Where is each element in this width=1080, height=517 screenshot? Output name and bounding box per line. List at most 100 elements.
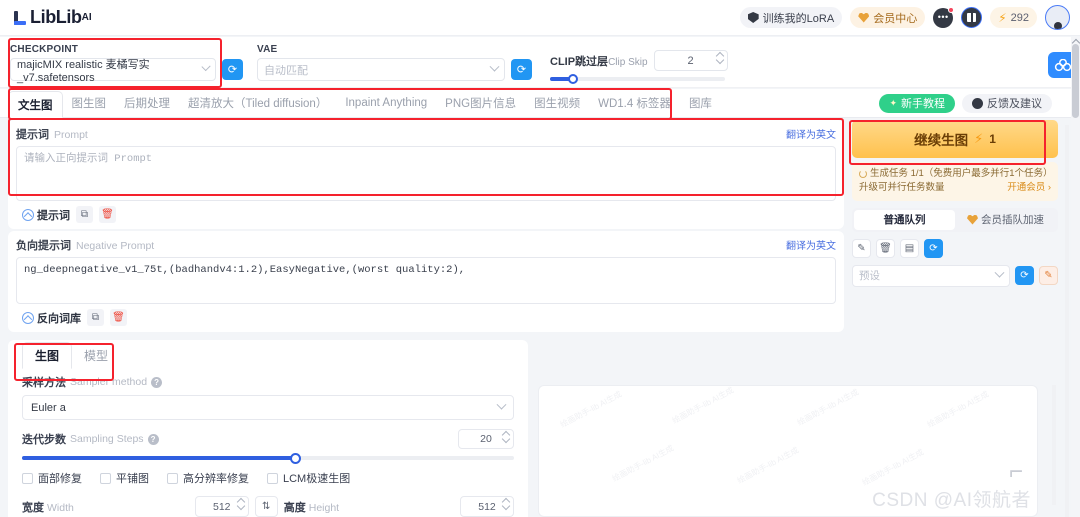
height-input[interactable]: 512: [460, 496, 515, 517]
generate-button[interactable]: 继续生图 ⚡ 1: [852, 120, 1058, 158]
checkbox-box[interactable]: [167, 472, 178, 484]
stepper-down-icon[interactable]: [503, 505, 510, 509]
panel-scrollbar-track[interactable]: [1065, 125, 1069, 517]
tab-tiled-diffusion[interactable]: 超清放大（Tiled diffusion）: [179, 89, 336, 117]
negative-translate-to-english-link[interactable]: 翻译为英文: [786, 237, 836, 252]
checkbox-lcm[interactable]: LCM极速生图: [267, 470, 350, 486]
steps-input[interactable]: 20: [458, 429, 514, 449]
chevron-down-icon: [489, 61, 500, 72]
preset-select[interactable]: 预设: [852, 264, 1010, 287]
unread-badge: [948, 6, 955, 13]
tab-inpaint-anything[interactable]: Inpaint Anything: [336, 89, 436, 117]
page-scrollbar-thumb[interactable]: [1072, 44, 1079, 118]
train-lora-button[interactable]: 训练我的LoRA: [739, 7, 843, 28]
open-membership-link[interactable]: 开通会员 ›: [1007, 181, 1051, 195]
clip-skip-input[interactable]: 2: [653, 50, 728, 71]
trash-icon[interactable]: 🗑: [110, 309, 127, 326]
checkpoint-refresh-button[interactable]: ⟳: [222, 59, 243, 80]
clip-skip-slider[interactable]: [550, 74, 725, 84]
loading-spinner-icon: [859, 170, 867, 179]
generation-settings-panel: 生图 模型 采样方法 Sampler method ? Euler a 迭代步数…: [8, 340, 528, 517]
checkpoint-select[interactable]: majicMIX realistic 麦橘写实_v7.safetensors: [10, 58, 216, 84]
checkbox-tiling[interactable]: 平铺图: [100, 470, 149, 486]
clip-skip-slider-handle[interactable]: [568, 74, 578, 84]
sampler-select[interactable]: Euler a: [22, 395, 514, 420]
subtab-model[interactable]: 模型: [72, 343, 120, 368]
negative-prompt-subtitle: Negative Prompt: [76, 240, 155, 252]
liblib-logo-icon: [12, 10, 28, 26]
preset-edit-button[interactable]: ✎: [1039, 266, 1058, 285]
shield-icon: [747, 12, 759, 23]
clip-skip-label: CLIP跳过层Clip Skip: [550, 53, 648, 69]
positive-prompt-input[interactable]: 请输入正向提示词 Prompt: [16, 146, 836, 201]
stepper-down-icon[interactable]: [238, 505, 245, 509]
task-status-note: 生成任务 1/1（免费用户最多并行1个任务） 升级可并行任务数量 开通会员 ›: [852, 162, 1058, 201]
tab-png-info[interactable]: PNG图片信息: [436, 89, 525, 117]
tab-gallery[interactable]: 图库: [680, 89, 721, 117]
queue-option-normal[interactable]: 普通队列: [854, 209, 955, 230]
positive-prompt-header: 提示词 Prompt 翻译为英文: [16, 126, 836, 142]
help-icon[interactable]: ?: [151, 376, 163, 388]
credits-indicator[interactable]: ⚡ 292: [990, 7, 1037, 28]
tab-image-to-image[interactable]: 图生图: [63, 89, 116, 117]
copy-icon[interactable]: ⧉: [76, 206, 93, 223]
task-status-text: 生成任务 1/1（免费用户最多并行1个任务）: [869, 168, 1053, 179]
checkbox-box[interactable]: [22, 472, 33, 484]
checkbox-hires-fix[interactable]: 高分辨率修复: [167, 470, 249, 486]
vae-refresh-button[interactable]: ⟳: [511, 59, 532, 80]
trash-icon[interactable]: 🗑: [99, 206, 116, 223]
height-stepper[interactable]: [503, 498, 510, 509]
clip-skip-label-en: Clip Skip: [608, 56, 648, 68]
stepper-down-icon[interactable]: [503, 438, 510, 442]
vae-select[interactable]: 自动匹配: [257, 58, 505, 81]
copy-icon[interactable]: ⧉: [87, 309, 104, 326]
help-icon[interactable]: ?: [147, 433, 159, 445]
preview-scrollbar-track[interactable]: [1052, 385, 1056, 505]
swap-icon[interactable]: ⇅: [254, 496, 278, 517]
task-upgrade-text: 升级可并行任务数量: [859, 182, 945, 194]
refresh-icon[interactable]: ⟳: [924, 238, 943, 258]
steps-slider[interactable]: [22, 452, 514, 464]
prompt-library-button[interactable]: 提示词: [22, 207, 70, 223]
tab-text-to-image[interactable]: 文生图: [8, 91, 63, 118]
feedback-button[interactable]: 反馈及建议: [962, 93, 1052, 113]
preview-watermark: 绘画助手-lib AI生成: [860, 447, 926, 488]
width-stepper[interactable]: [238, 498, 245, 509]
steps-stepper[interactable]: [503, 431, 510, 442]
subtab-generate[interactable]: 生图: [22, 342, 73, 369]
tutorial-label: 新手教程: [901, 98, 945, 110]
membership-center-button[interactable]: 会员中心: [850, 7, 926, 28]
trash-icon[interactable]: 🗑: [876, 238, 895, 258]
tab-post-processing[interactable]: 后期处理: [115, 89, 179, 117]
tab-wd14-tagger[interactable]: WD1.4 标签器: [589, 89, 680, 117]
gift-icon[interactable]: [961, 7, 983, 28]
clip-skip-stepper[interactable]: [717, 52, 724, 63]
translate-to-english-link[interactable]: 翻译为英文: [786, 126, 836, 141]
tutorial-button[interactable]: ✦ 新手教程: [879, 93, 955, 113]
note-icon[interactable]: ▤: [900, 238, 919, 258]
preset-row: 预设 ⟳ ✎: [852, 264, 1058, 287]
width-input[interactable]: 512: [194, 496, 249, 517]
sampler-label: 采样方法 Sampler method ?: [22, 374, 514, 390]
checkbox-box[interactable]: [100, 472, 111, 484]
message-bubble-icon[interactable]: •••: [933, 6, 955, 28]
queue-option-vip[interactable]: 会员插队加速: [955, 210, 1056, 230]
checkbox-face-restore[interactable]: 面部修复: [22, 470, 82, 486]
avatar[interactable]: [1045, 5, 1070, 30]
steps-slider-handle[interactable]: [290, 452, 302, 464]
checkbox-box[interactable]: [267, 472, 278, 484]
negative-library-button[interactable]: 反向词库: [22, 310, 81, 326]
preset-save-button[interactable]: ⟳: [1015, 266, 1034, 285]
checkpoint-label: CHECKPOINT: [10, 44, 79, 55]
negative-prompt-input[interactable]: ng_deepnegative_v1_75t,(badhandv4:1.2),E…: [16, 257, 836, 304]
brand-logo[interactable]: LibLib AI: [12, 7, 92, 28]
negative-prompt-header: 负向提示词 Negative Prompt 翻译为英文: [16, 237, 836, 253]
steps-label-cn: 迭代步数: [22, 434, 66, 446]
tab-image-to-video[interactable]: 图生视频: [525, 89, 589, 117]
vae-label: VAE: [257, 44, 278, 55]
image-preview-area[interactable]: 绘画助手-lib AI生成 绘画助手-lib AI生成 绘画助手-lib AI生…: [538, 385, 1038, 517]
wand-icon[interactable]: ✎: [852, 238, 871, 258]
sparkle-icon: ✦: [889, 97, 897, 108]
crown-icon: [967, 214, 978, 225]
stepper-down-icon[interactable]: [717, 59, 724, 63]
